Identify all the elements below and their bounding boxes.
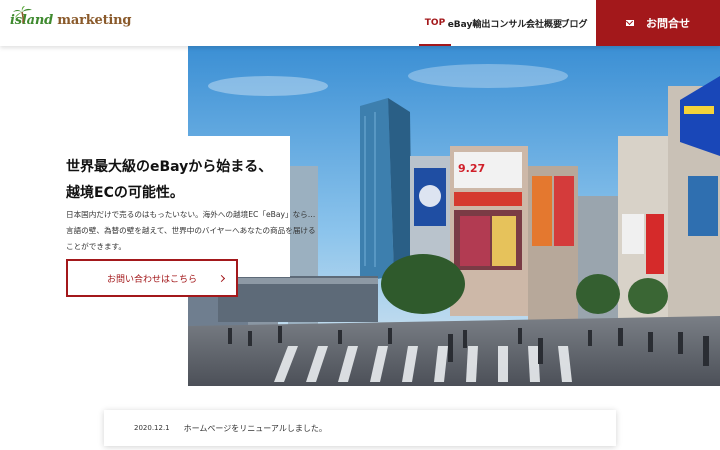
logo-text-marketing: marketing [57, 13, 132, 28]
inquiry-button[interactable]: お問い合わせはこちら [66, 259, 238, 297]
news-title[interactable]: ホームページをリニューアルしました。 [184, 423, 327, 434]
news-date: 2020.12.1 [134, 424, 170, 432]
contact-button[interactable]: お問合せ [596, 0, 720, 46]
site-logo[interactable]: island marketing [10, 6, 131, 36]
inquiry-button-label: お問い合わせはこちら [106, 274, 197, 285]
hero-title: 世界最大級のeBayから始まる、 越境ECの可能性。 [66, 159, 273, 201]
nav-ebay-consulting[interactable]: eBay輸出コンサル [448, 0, 532, 46]
site-header: island marketing TOP eBay輸出コンサル 会社概要 ブログ… [0, 0, 720, 46]
chevron-right-icon [217, 274, 226, 283]
contact-label: お問合せ [646, 17, 690, 30]
hero-description: 日本国内だけで売るのはもったいない。海外への越境EC「eBay」なら…言語の壁、… [66, 210, 316, 251]
nav-blog[interactable]: ブログ [561, 0, 588, 46]
svg-text:9.27: 9.27 [458, 162, 485, 175]
mail-icon [626, 20, 634, 26]
nav-top[interactable]: TOP [419, 0, 451, 46]
news-item[interactable]: 2020.12.1 ホームページをリニューアルしました。 [104, 410, 616, 446]
palm-tree-icon [13, 6, 32, 24]
nav-company[interactable]: 会社概要 [526, 0, 562, 46]
hero-card: 世界最大級のeBayから始まる、 越境ECの可能性。 日本国内だけで売るのはもっ… [48, 136, 316, 277]
